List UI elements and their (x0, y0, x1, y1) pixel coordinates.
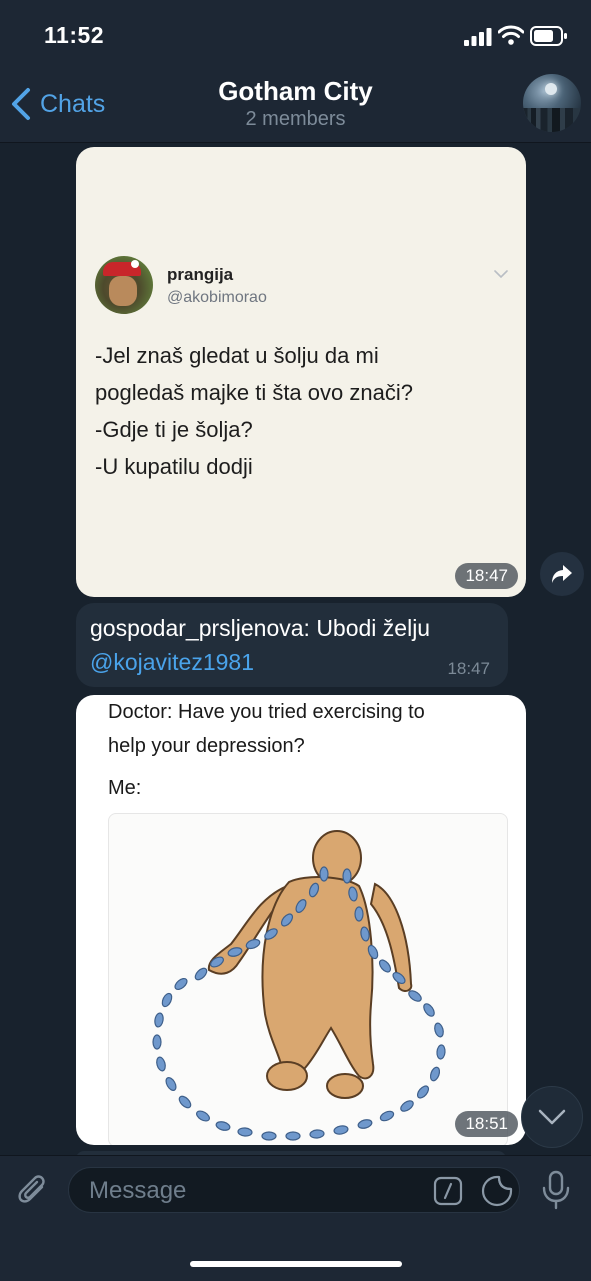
meme-text-line: Doctor: Have you tried exercising to (108, 701, 425, 723)
avatar-hat-pompom (131, 260, 139, 268)
meme-text-line: Me: (108, 777, 142, 799)
tweet-text-line: -Jel znaš gledat u šolju da mi (95, 343, 379, 368)
tweet-author-avatar (95, 256, 153, 314)
message-input-bar (0, 1155, 591, 1281)
share-button[interactable] (540, 552, 584, 596)
message-list[interactable]: prangija @akobimorao -Jel znaš gledat u … (0, 143, 591, 1155)
wifi-icon (498, 25, 524, 45)
avatar-face (109, 276, 137, 306)
home-indicator (190, 1261, 402, 1267)
message-input-field[interactable] (68, 1167, 520, 1213)
cellular-signal-icon (464, 28, 492, 46)
share-arrow-icon (552, 565, 572, 583)
avatar-moon (545, 83, 557, 95)
status-bar: 11:52 (0, 0, 591, 66)
status-time: 11:52 (44, 22, 105, 48)
message-timestamp: 18:47 (447, 659, 490, 678)
battery-icon (530, 26, 567, 46)
chevron-down-icon (538, 1109, 566, 1125)
tweet-text-line: pogledaš majke ti šta ovo znači? (95, 380, 413, 405)
chat-member-count: 2 members (245, 108, 346, 130)
chat-header: Chats Gotham City 2 members (0, 66, 591, 143)
slash-command-icon[interactable] (433, 1176, 463, 1206)
message-timestamp: 18:51 (455, 1111, 518, 1137)
meme-text-line: help your depression? (108, 735, 305, 757)
user-mention-link[interactable]: @kojavitez1981 (90, 649, 254, 676)
message-text: gospodar_prsljenova: Ubodi želju (90, 615, 431, 641)
chevron-down-icon (494, 270, 508, 279)
scroll-to-bottom-button[interactable] (521, 1086, 583, 1148)
tweet-text-line: -Gdje ti je šolja? (95, 417, 253, 442)
paperclip-icon[interactable] (16, 1173, 52, 1209)
chat-title[interactable]: Gotham City (0, 76, 591, 107)
avatar-city-skyline (523, 108, 581, 132)
tweet-text-line: -U kupatilu dodji (95, 454, 253, 479)
group-avatar[interactable] (523, 74, 581, 132)
tweet-author-name: prangija (167, 265, 234, 284)
image-message-meme[interactable]: Doctor: Have you tried exercising to hel… (76, 695, 526, 1145)
image-message-tweet[interactable]: prangija @akobimorao -Jel znaš gledat u … (76, 147, 526, 597)
message-input[interactable] (87, 1174, 411, 1208)
meme-illustration (108, 813, 508, 1145)
tweet-author-handle: @akobimorao (167, 289, 267, 306)
text-message[interactable]: gospodar_prsljenova: Ubodi želju @kojavi… (76, 603, 508, 687)
microphone-icon[interactable] (540, 1170, 572, 1210)
message-timestamp: 18:47 (455, 563, 518, 589)
sticker-icon[interactable] (481, 1175, 513, 1207)
